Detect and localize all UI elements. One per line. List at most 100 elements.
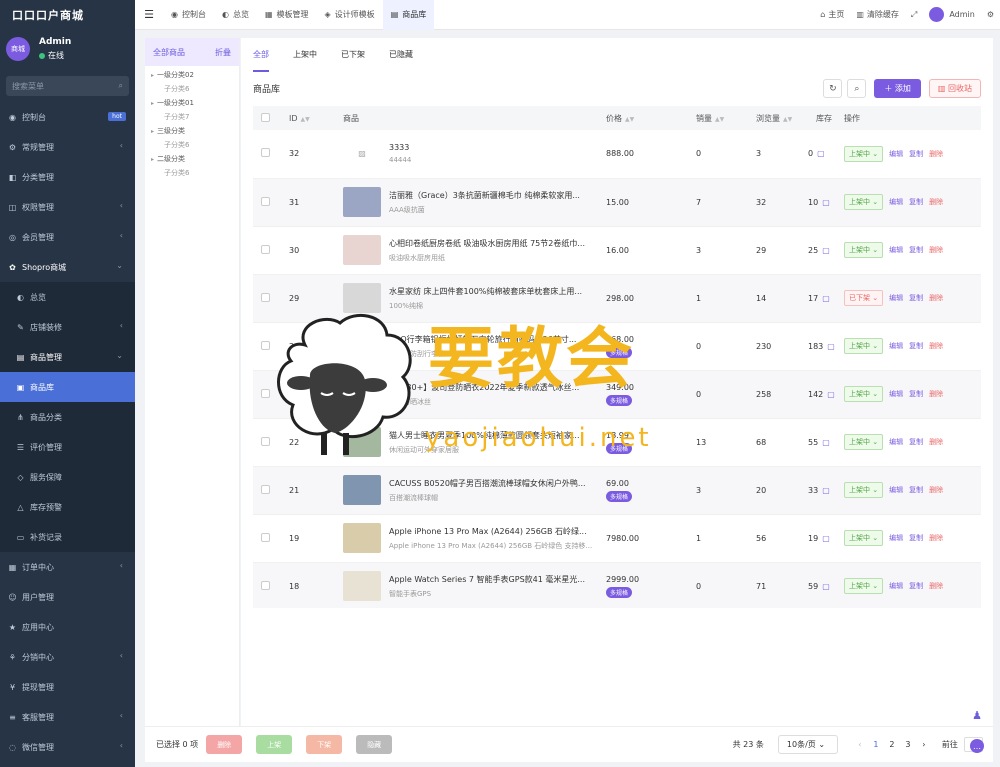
delete-link[interactable]: 删除 [929,486,943,494]
settings-gear-icon[interactable]: ⚙ [981,10,1000,19]
sidebar-item-shield[interactable]: ◇ 服务保障 [0,462,135,492]
category-item[interactable]: ▸ 三级分类 [151,126,239,136]
product-cell[interactable]: CACUSS B0520帽子男百搭潮流棒球帽女休闲户外鸭... 百搭潮流棒球帽 [343,475,598,505]
edit-link[interactable]: 编辑 [889,342,903,350]
batch-on-sale-button[interactable]: 上架 [256,735,293,754]
copy-link[interactable]: 复制 [909,534,923,542]
sidebar-item-gear[interactable]: ⚙ 常规管理 ‹ [0,132,135,162]
status-dropdown[interactable]: 已下架 ⌄ [844,290,884,306]
tab-hidden[interactable]: 已隐藏 [389,42,413,72]
edit-link[interactable]: 编辑 [889,438,903,446]
menu-toggle-icon[interactable]: ☰ [135,8,163,21]
next-page-icon[interactable]: › [916,740,932,749]
row-checkbox[interactable] [261,580,270,590]
sidebar-item-list[interactable]: ≡ 客服管理 ‹ [0,702,135,732]
restock-icon[interactable]: ▢ [827,390,835,399]
status-dropdown[interactable]: 上架中 ⌄ [844,194,884,210]
sidebar-item-app[interactable]: ★ 应用中心 [0,612,135,642]
all-goods-link[interactable]: 全部商品 [153,47,185,58]
sidebar-item-users[interactable]: ☺ 用户管理 [0,582,135,612]
edit-link[interactable]: 编辑 [889,198,903,206]
sidebar-item-wechat[interactable]: ◌ 微信管理 ‹ [0,732,135,762]
restock-icon[interactable]: ▢ [822,534,830,543]
delete-link[interactable]: 删除 [929,198,943,206]
search-icon[interactable]: ⌕ [847,79,867,98]
batch-delete-button[interactable]: 删除 [206,735,243,754]
edit-link[interactable]: 编辑 [889,390,903,398]
status-dropdown[interactable]: 上架中 ⌄ [844,434,884,450]
sidebar-item-tree[interactable]: ⋔ 商品分类 [0,402,135,432]
sidebar-item-goods[interactable]: ▤ 商品管理 ⌄ [0,342,135,372]
restock-icon[interactable]: ▢ [827,342,835,351]
sidebar-item-category[interactable]: ◧ 分类管理 [0,162,135,192]
avatar[interactable]: 商城 [6,37,30,61]
category-item[interactable]: ▸ 二级分类 [151,154,239,164]
page-3[interactable]: 3 [900,740,916,749]
tab-on-sale[interactable]: 上架中 [293,42,317,72]
restock-icon[interactable]: ▢ [822,582,830,591]
menu-search-input[interactable]: 搜索菜单 ⌕ [6,76,129,96]
fullscreen-icon[interactable]: ⤢ [905,10,923,20]
product-cell[interactable]: 洁丽雅（Grace）3条抗菌新疆棉毛巾 纯棉柔软家用... AAA级抗菌 [343,187,598,217]
notification-bell-icon[interactable]: ♟ [970,708,984,722]
chat-bubble-icon[interactable]: … [970,739,984,753]
sidebar-item-user[interactable]: ◎ 会员管理 ‹ [0,222,135,252]
copy-link[interactable]: 复制 [909,342,923,350]
restock-icon[interactable]: ▢ [822,246,830,255]
copy-link[interactable]: 复制 [909,438,923,446]
category-item[interactable]: ▸ 一级分类02 [151,70,239,80]
delete-link[interactable]: 删除 [929,246,943,254]
row-checkbox[interactable] [261,292,270,302]
status-dropdown[interactable]: 上架中 ⌄ [844,145,884,162]
tab-dashboard[interactable]: ◉ 控制台 [163,0,214,30]
page-size-select[interactable]: 10条/页 ⌄ [777,735,838,754]
clear-cache-button[interactable]: ▥ 清除缓存 [850,9,905,20]
sidebar-item-warning[interactable]: △ 库存预警 [0,492,135,522]
restock-icon[interactable]: ▢ [817,149,825,158]
column-id[interactable]: ID ▲▼ [281,106,335,130]
row-checkbox[interactable] [261,532,270,542]
admin-menu[interactable]: Admin [923,7,981,22]
copy-link[interactable]: 复制 [909,246,923,254]
product-cell[interactable]: ▨ 3333 44444 [343,138,598,169]
collapse-link[interactable]: 折叠 [215,47,231,58]
tab-all[interactable]: 全部 [253,42,269,72]
edit-link[interactable]: 编辑 [889,246,903,254]
sidebar-item-shop[interactable]: ✿ Shopro商城 ⌄ [0,252,135,282]
status-dropdown[interactable]: 上架中 ⌄ [844,242,884,258]
sidebar-item-overview[interactable]: ◐ 总览 [0,282,135,312]
row-checkbox[interactable] [261,148,270,158]
sidebar-item-comment[interactable]: ☰ 评价管理 [0,432,135,462]
category-item[interactable]: ▸ 一级分类01 [151,98,239,108]
status-dropdown[interactable]: 上架中 ⌄ [844,578,884,594]
subcategory-item[interactable]: 子分类6 [151,140,239,150]
delete-link[interactable]: 删除 [929,342,943,350]
status-dropdown[interactable]: 上架中 ⌄ [844,386,884,402]
copy-link[interactable]: 复制 [909,150,923,158]
tab-overview[interactable]: ◐ 总览 [214,0,257,30]
status-dropdown[interactable]: 上架中 ⌄ [844,338,884,354]
sidebar-item-brush[interactable]: ✎ 店铺装修 ‹ [0,312,135,342]
row-checkbox[interactable] [261,484,270,494]
home-link[interactable]: ⌂ 主页 [814,9,850,20]
edit-link[interactable]: 编辑 [889,150,903,158]
add-button[interactable]: ＋ 添加 [874,79,921,98]
edit-link[interactable]: 编辑 [889,294,903,302]
sidebar-item-yen[interactable]: ¥ 提现管理 [0,672,135,702]
status-dropdown[interactable]: 上架中 ⌄ [844,530,884,546]
sidebar-item-library[interactable]: ▣ 商品库 [0,372,135,402]
prev-page-icon[interactable]: ‹ [852,740,868,749]
column-price[interactable]: 价格 ▲▼ [598,106,688,130]
copy-link[interactable]: 复制 [909,486,923,494]
edit-link[interactable]: 编辑 [889,534,903,542]
refresh-icon[interactable]: ↻ [823,79,843,98]
delete-link[interactable]: 删除 [929,294,943,302]
subcategory-item[interactable]: 子分类7 [151,112,239,122]
product-cell[interactable]: 心相印卷纸厨房卷纸 吸油吸水厨房用纸 75节2卷纸巾... 吸油吸水厨房用纸 [343,235,598,265]
delete-link[interactable]: 删除 [929,438,943,446]
product-cell[interactable]: Apple Watch Series 7 智能手表GPS款41 毫米星光... 智… [343,571,598,601]
page-1[interactable]: 1 [868,740,884,749]
product-cell[interactable]: Apple iPhone 13 Pro Max (A2644) 256GB 石岭… [343,523,598,553]
batch-off-sale-button[interactable]: 下架 [306,735,343,754]
sidebar-item-record[interactable]: ▭ 补货记录 [0,522,135,552]
